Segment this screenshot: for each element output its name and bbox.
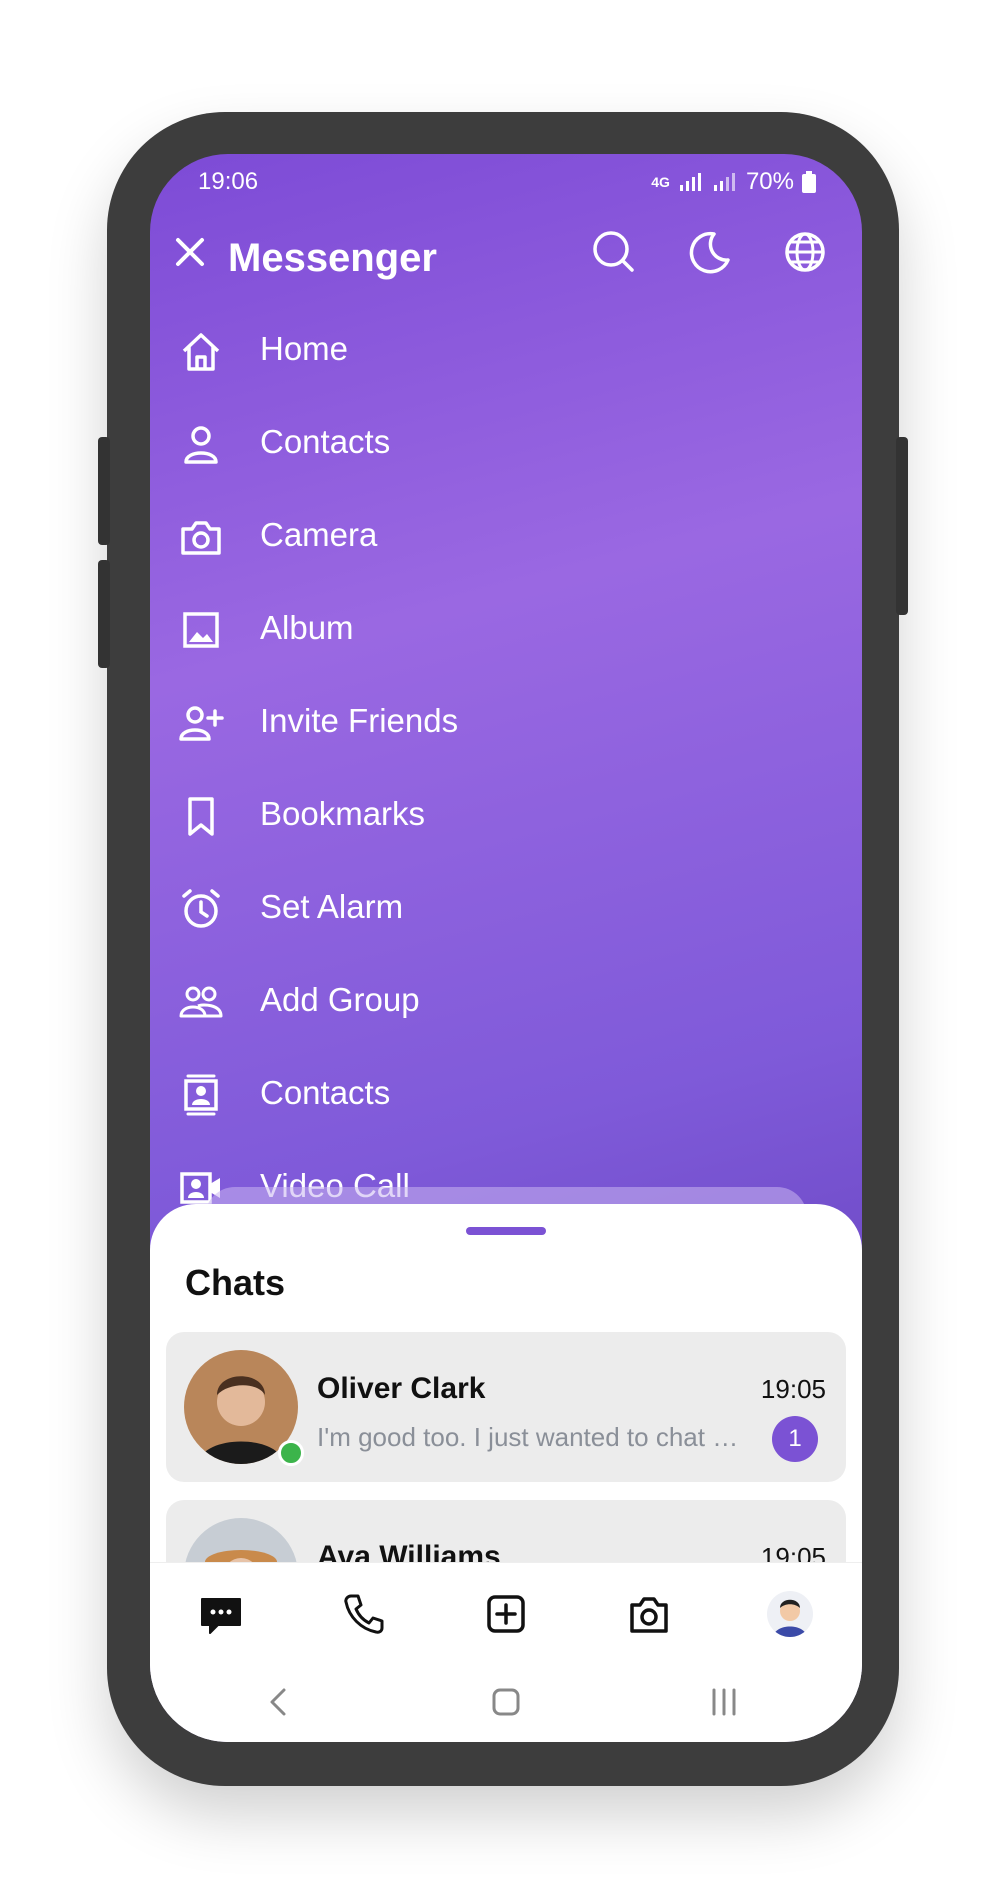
online-status-dot: [278, 1440, 304, 1466]
dark-mode-icon[interactable]: [686, 228, 734, 276]
add-square-icon[interactable]: [483, 1591, 529, 1637]
person-add-icon: [179, 706, 224, 741]
menu-item-album[interactable]: Album: [150, 593, 862, 663]
app-title: Messenger: [228, 236, 437, 280]
sheet-drag-handle[interactable]: [466, 1227, 546, 1235]
language-globe-icon[interactable]: [781, 228, 829, 276]
top-app-bar: Messenger: [150, 214, 862, 294]
menu-item-invite-friends[interactable]: Invite Friends: [150, 686, 862, 756]
back-icon[interactable]: [260, 1682, 300, 1722]
volume-up-button: [98, 437, 110, 545]
menu-label: Contacts: [260, 1074, 391, 1111]
close-icon[interactable]: [170, 232, 210, 272]
contact-card-icon: [184, 1074, 218, 1116]
menu-item-contacts-book[interactable]: Contacts: [150, 1058, 862, 1128]
status-time: 19:06: [198, 168, 259, 195]
chat-timestamp: 19:05: [760, 1374, 826, 1404]
volume-down-button: [98, 560, 110, 668]
network-label: 4G: [651, 174, 670, 190]
menu-item-home[interactable]: Home: [150, 314, 862, 384]
menu-label: Home: [260, 330, 349, 367]
menu-label: Album: [260, 609, 354, 646]
menu-label: Add Group: [260, 981, 420, 1018]
battery-icon: [802, 171, 816, 193]
battery-percent: 70%: [745, 168, 794, 195]
profile-avatar[interactable]: [767, 1591, 813, 1637]
menu-item-bookmarks[interactable]: Bookmarks: [150, 779, 862, 849]
menu-label: Contacts: [260, 423, 391, 460]
chat-bubble-icon[interactable]: [198, 1591, 244, 1637]
power-button: [896, 437, 908, 615]
menu-label: Camera: [260, 516, 378, 553]
signal-icon-2: [713, 173, 735, 191]
person-icon: [184, 426, 218, 464]
search-icon[interactable]: [590, 228, 638, 276]
camera-icon: [181, 521, 221, 555]
phone-screen: 19:06 4G 70% Messenger Home Contacts Cam…: [150, 154, 862, 1742]
bottom-tab-bar: [150, 1562, 862, 1663]
menu-item-contacts[interactable]: Contacts: [150, 407, 862, 477]
menu-label: Bookmarks: [260, 795, 426, 832]
home-icon: [182, 333, 220, 371]
chat-contact-name: Oliver Clark: [317, 1372, 486, 1405]
signal-icon: [679, 173, 701, 191]
bookmark-icon: [188, 797, 214, 836]
menu-item-add-group[interactable]: Add Group: [150, 965, 862, 1035]
unread-count-badge: 1: [772, 1416, 818, 1462]
system-nav-bar: [150, 1662, 862, 1742]
recent-apps-icon[interactable]: [704, 1682, 744, 1722]
alarm-icon: [182, 889, 220, 928]
chats-title: Chats: [185, 1262, 286, 1303]
image-icon: [183, 612, 219, 648]
chat-list-item[interactable]: Oliver Clark I'm good too. I just wanted…: [166, 1332, 846, 1482]
menu-item-set-alarm[interactable]: Set Alarm: [150, 872, 862, 942]
group-icon: [179, 986, 223, 1018]
menu-item-camera[interactable]: Camera: [150, 500, 862, 570]
home-button-icon[interactable]: [486, 1682, 526, 1722]
chat-message-preview: I'm good too. I just wanted to chat …: [317, 1422, 739, 1452]
menu-label: Set Alarm: [260, 888, 404, 925]
phone-call-icon[interactable]: [341, 1591, 387, 1637]
menu-label: Invite Friends: [260, 702, 459, 739]
camera-icon[interactable]: [626, 1591, 672, 1637]
